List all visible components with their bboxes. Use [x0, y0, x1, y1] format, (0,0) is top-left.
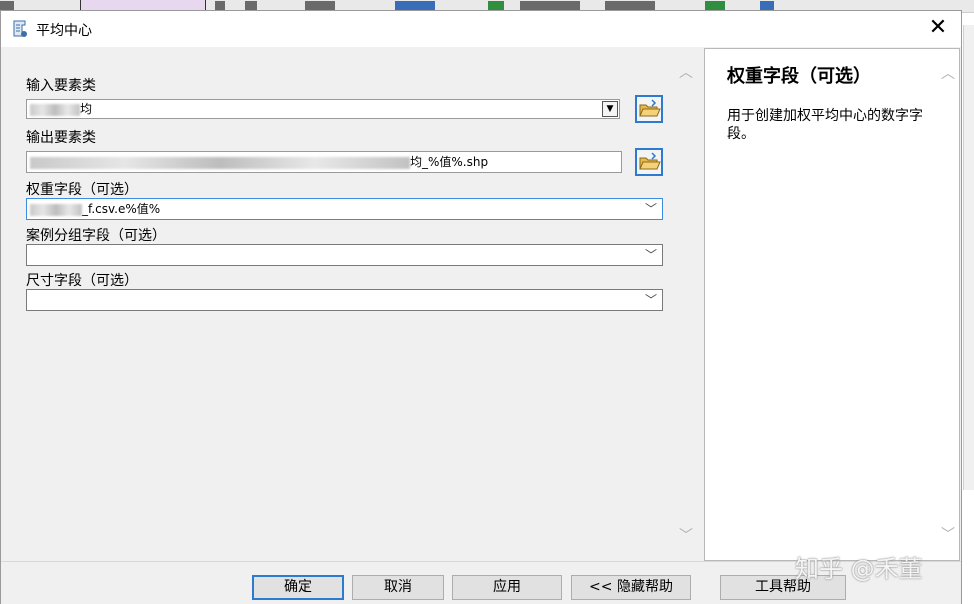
- chevron-down-icon[interactable]: ﹀: [645, 245, 657, 265]
- dropdown-arrow-icon[interactable]: ▼: [602, 101, 618, 117]
- input-features-label: 输入要素类: [26, 78, 96, 94]
- save-folder-button[interactable]: [635, 148, 663, 176]
- input-features-combo[interactable]: 均 ▼: [26, 99, 620, 119]
- hide-help-button[interactable]: << 隐藏帮助: [571, 575, 691, 600]
- chevron-up-icon[interactable]: ︿: [675, 62, 697, 84]
- ok-button[interactable]: 确定: [252, 575, 344, 600]
- weight-field-label: 权重字段（可选）: [26, 182, 138, 198]
- open-folder-icon: [639, 99, 661, 117]
- chevron-down-icon[interactable]: ﹀: [937, 524, 959, 546]
- parameters-pane: 输入要素类 均 ▼ 输出要素类 均_%值%.shp 权重字段（可选） _f.cs…: [1, 48, 698, 561]
- apply-button[interactable]: 应用: [452, 575, 562, 600]
- help-scrollbar[interactable]: ︿ ﹀: [937, 49, 959, 560]
- parameters-scrollbar[interactable]: ︿ ﹀: [675, 48, 697, 561]
- case-field-combo[interactable]: ﹀: [26, 244, 663, 266]
- output-features-label: 输出要素类: [26, 130, 96, 146]
- chevron-down-icon[interactable]: ﹀: [675, 525, 697, 547]
- help-text: 用于创建加权平均中心的数字字段。: [727, 108, 923, 142]
- dimension-field-combo[interactable]: ﹀: [26, 289, 663, 311]
- chevron-down-icon[interactable]: ﹀: [645, 290, 657, 310]
- open-folder-button[interactable]: [635, 95, 663, 123]
- help-pane: 权重字段（可选） 用于创建加权平均中心的数字字段。 ︿ ﹀: [704, 48, 960, 561]
- mean-center-dialog: 平均中心 ✕ 输入要素类 均 ▼ 输出要素类 均_%值%.shp 权重字段（可选…: [0, 10, 962, 604]
- help-title: 权重字段（可选）: [727, 66, 871, 87]
- title-bar: 平均中心 ✕: [1, 11, 961, 47]
- close-button[interactable]: ✕: [915, 11, 961, 47]
- weight-field-combo[interactable]: _f.csv.e%值% ﹀: [26, 198, 663, 220]
- script-tool-icon: [13, 20, 27, 37]
- chevron-down-icon[interactable]: ﹀: [645, 199, 657, 219]
- open-folder-icon: [639, 152, 661, 170]
- background-scrollbar: [963, 25, 974, 490]
- output-features-input[interactable]: 均_%值%.shp: [26, 151, 622, 173]
- dimension-field-label: 尺寸字段（可选）: [26, 273, 138, 289]
- chevron-up-icon[interactable]: ︿: [937, 63, 959, 85]
- watermark: 知乎 @禾董: [795, 555, 923, 583]
- cancel-button[interactable]: 取消: [352, 575, 444, 600]
- case-field-label: 案例分组字段（可选）: [26, 228, 166, 244]
- window-title: 平均中心: [36, 23, 92, 39]
